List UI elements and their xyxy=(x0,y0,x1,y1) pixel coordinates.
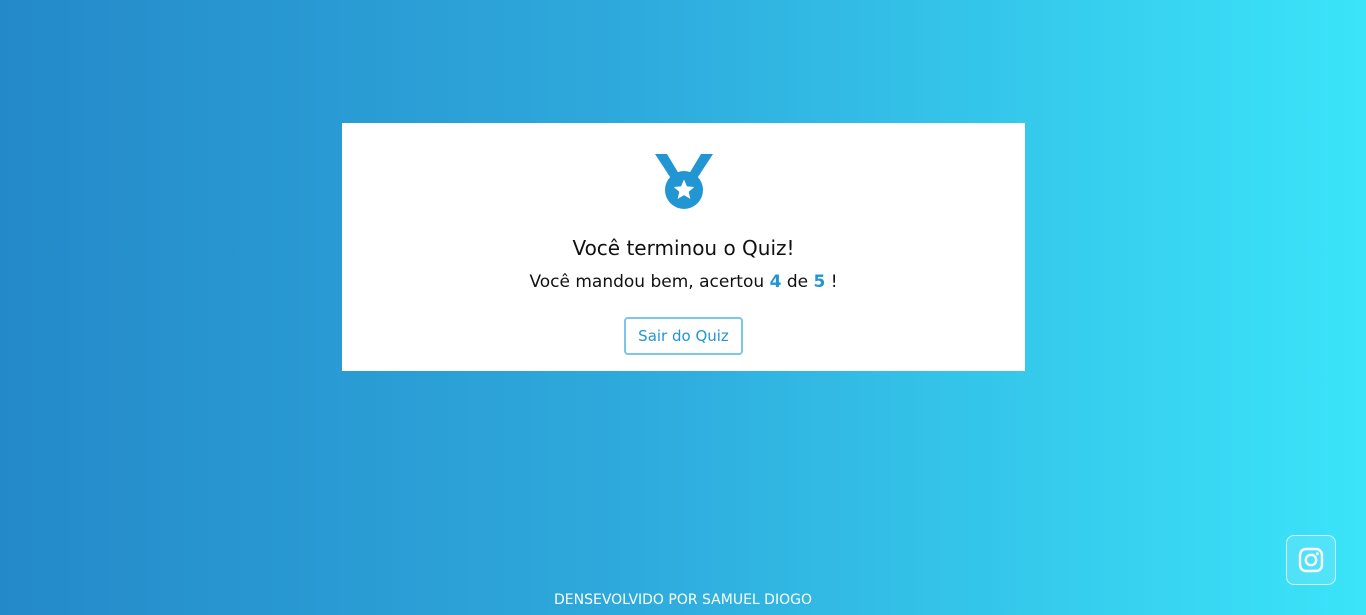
total-count: 5 xyxy=(813,272,826,292)
score-prefix: Você mandou bem, acertou xyxy=(529,272,765,292)
medal-icon xyxy=(655,154,713,209)
result-title: Você terminou o Quiz! xyxy=(572,236,795,260)
score-suffix: ! xyxy=(830,272,838,292)
exit-quiz-button[interactable]: Sair do Quiz xyxy=(624,317,743,355)
score-middle: de xyxy=(786,272,809,292)
score-line: Você mandou bem, acertou 4 de 5 ! xyxy=(342,272,1025,292)
instagram-icon xyxy=(1298,547,1324,573)
footer-credit: DENSEVOLVIDO POR SAMUEL DIOGO xyxy=(554,592,812,608)
result-card: Você terminou o Quiz! Você mandou bem, a… xyxy=(342,123,1025,371)
instagram-button[interactable] xyxy=(1286,535,1336,585)
correct-count: 4 xyxy=(769,272,782,292)
